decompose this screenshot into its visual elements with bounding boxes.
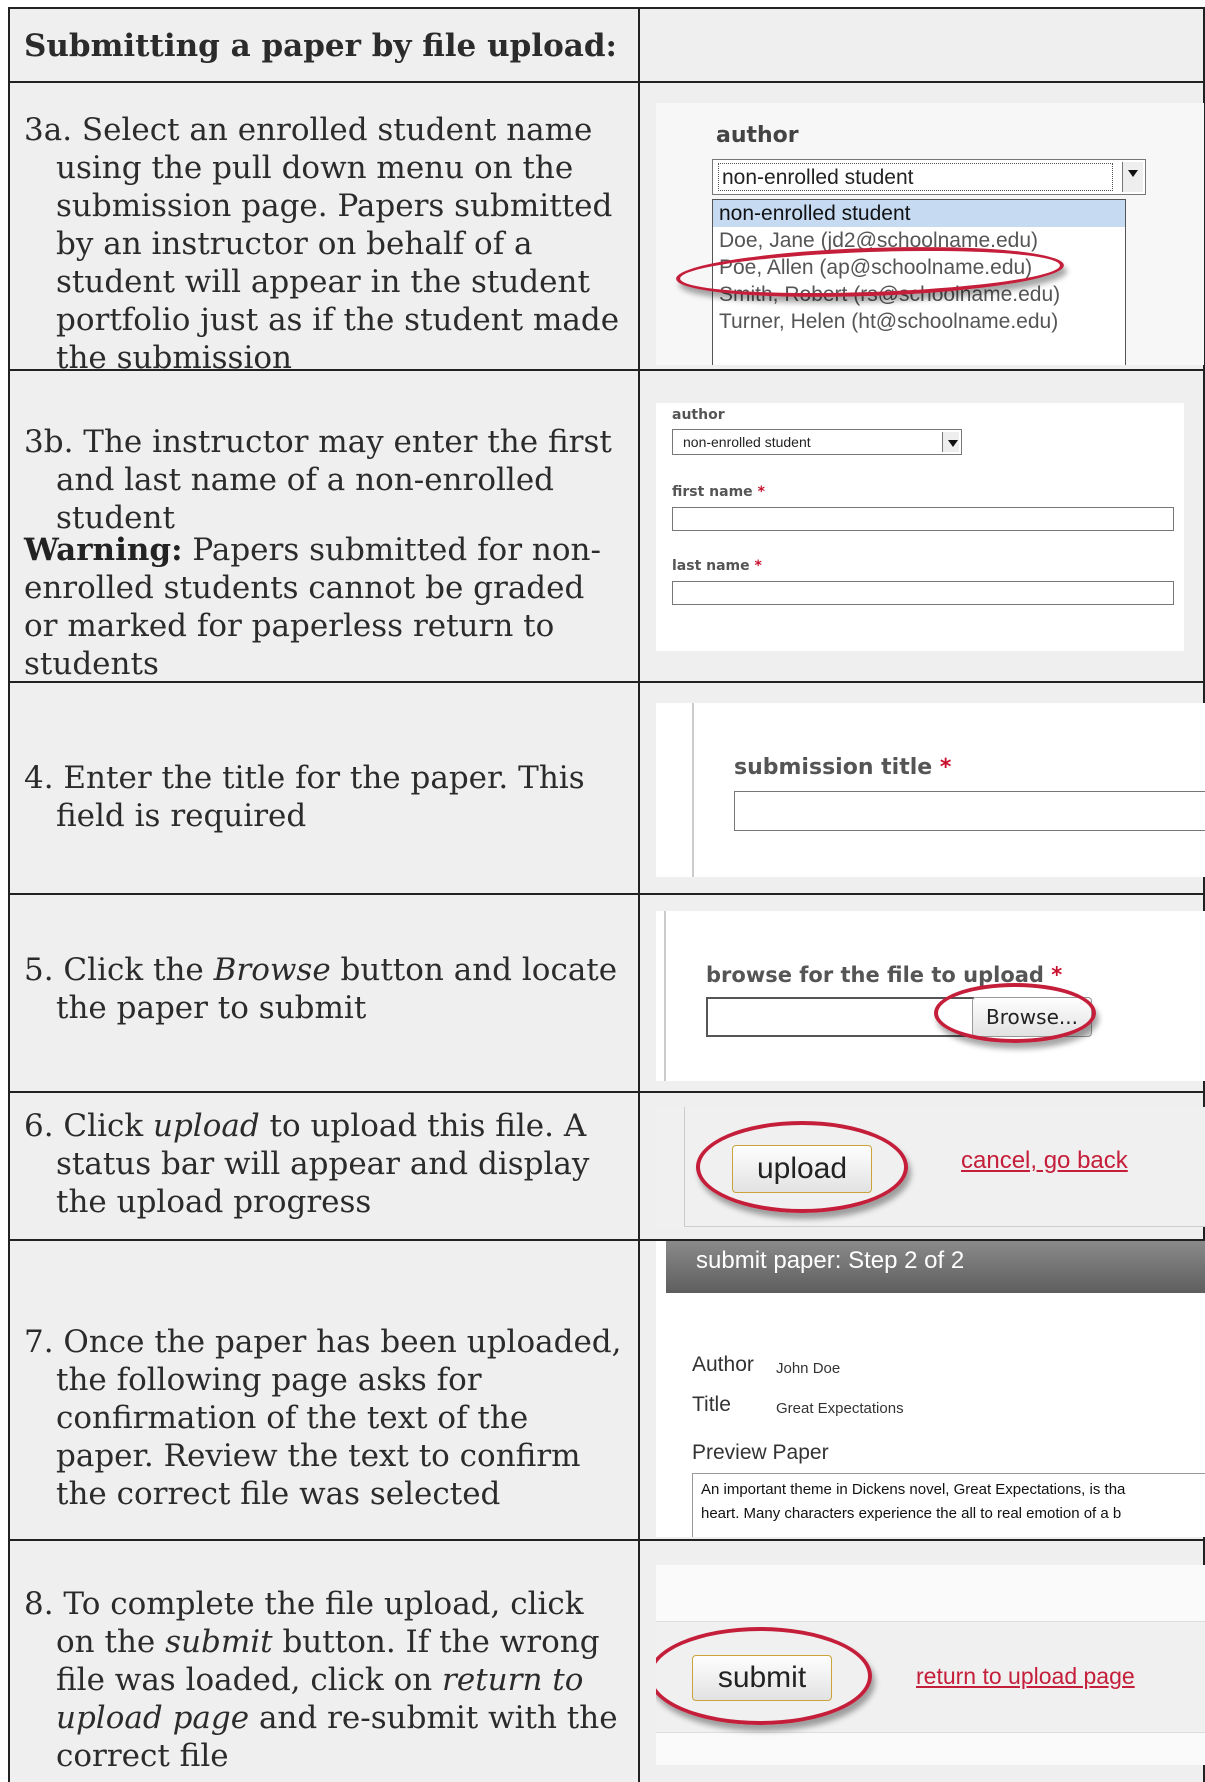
header-cell: Submitting a paper by file upload: (10, 9, 638, 81)
title-value: Great Expectations (776, 1400, 904, 1417)
divider (692, 703, 694, 877)
author-label: author (716, 123, 799, 148)
highlight-oval (696, 1121, 908, 1213)
step-3b-text: 3b. The instructor may enter the first a… (24, 424, 612, 536)
divider (664, 911, 666, 1081)
preview-line: An important theme in Dickens novel, Gre… (701, 1481, 1126, 1498)
upload-buttons-screenshot: upload cancel, go back (656, 1107, 1205, 1227)
preview-line: heart. Many characters experience the al… (701, 1505, 1122, 1522)
column-divider (638, 9, 640, 81)
column-divider (638, 683, 640, 893)
last-name-label-text: last name (672, 558, 750, 574)
table-title: Submitting a paper by file upload: (24, 28, 617, 64)
step-6-text: 6. Click upload to upload this file. A s… (24, 1107, 624, 1221)
row-step-5: 5. Click the Browse button and locate th… (8, 895, 1205, 1093)
step-6-text-pre: 6. Click (24, 1108, 153, 1144)
submission-title-input[interactable] (734, 791, 1205, 831)
step-4-text: 4. Enter the title for the paper. This f… (24, 760, 585, 834)
required-mark: * (939, 755, 952, 780)
step-3b-warning: Warning: Papers submitted for non-enroll… (24, 531, 624, 683)
warning-label: Warning: (24, 532, 183, 568)
preview-text-box[interactable]: An important theme in Dickens novel, Gre… (692, 1473, 1205, 1537)
required-mark: * (754, 558, 762, 574)
column-divider (638, 895, 640, 1091)
author-dropdown-screenshot: author non-enrolled student non-enrolled… (656, 103, 1204, 365)
column-divider (638, 83, 640, 369)
last-name-field[interactable] (672, 581, 1174, 605)
step-8-cell: 8. To complete the file upload, click on… (10, 1541, 638, 1782)
return-to-upload-link[interactable]: return to upload page (916, 1663, 1135, 1690)
column-divider (638, 1541, 640, 1782)
chevron-down-icon[interactable] (942, 432, 959, 452)
row-step-3b: 3b. The instructor may enter the first a… (8, 371, 1205, 683)
column-divider (638, 1241, 640, 1539)
row-step-4: 4. Enter the title for the paper. This f… (8, 683, 1205, 895)
preview-label: Preview Paper (692, 1441, 829, 1464)
browse-file-screenshot: browse for the file to upload * Browse..… (656, 911, 1205, 1081)
step-5-cell: 5. Click the Browse button and locate th… (10, 895, 638, 1091)
first-name-label-text: first name (672, 484, 753, 500)
author-value: John Doe (776, 1360, 841, 1377)
row-step-7: 7. Once the paper has been uploaded, the… (8, 1241, 1205, 1541)
step-7-text: 7. Once the paper has been uploaded, the… (24, 1324, 622, 1512)
step-5-text-em: Browse (213, 952, 331, 988)
step-3b-cell: 3b. The instructor may enter the first a… (10, 371, 638, 683)
author-option[interactable]: Turner, Helen (ht@schoolname.edu) (713, 308, 1125, 335)
step-3a-cell: 3a. Select an enrolled student name usin… (10, 83, 638, 376)
chevron-down-icon[interactable] (1122, 162, 1143, 192)
author-option[interactable]: non-enrolled student (713, 200, 1125, 227)
author-select-value: non-enrolled student (718, 163, 1113, 191)
author-key: Author (692, 1353, 754, 1376)
column-divider (638, 1093, 640, 1239)
row-step-3a: 3a. Select an enrolled student name usin… (8, 83, 1205, 376)
cancel-link[interactable]: cancel, go back (961, 1147, 1128, 1175)
step-5-text: 5. Click the Browse button and locate th… (24, 951, 624, 1027)
step-3a-text: 3a. Select an enrolled student name usin… (24, 112, 620, 376)
non-enrolled-form-screenshot: author non-enrolled student first name *… (656, 403, 1184, 651)
step-header-bar: submit paper: Step 2 of 2 (666, 1241, 1205, 1293)
submit-buttons-screenshot: submit return to upload page (656, 1565, 1205, 1765)
required-mark: * (1051, 963, 1063, 987)
first-name-field[interactable] (672, 507, 1174, 531)
author-select[interactable]: non-enrolled student (712, 159, 1146, 195)
step-4-cell: 4. Enter the title for the paper. This f… (10, 683, 638, 893)
last-name-label: last name * (672, 558, 762, 574)
instruction-table: Submitting a paper by file upload: 3a. S… (0, 0, 1205, 1782)
step-6-cell: 6. Click upload to upload this file. A s… (10, 1093, 638, 1239)
highlight-oval (934, 983, 1096, 1043)
author-select-value: non-enrolled student (683, 434, 811, 450)
step-header-title: submit paper: Step 2 of 2 (696, 1247, 965, 1274)
step-5-text-pre: 5. Click the (24, 952, 214, 988)
submission-title-screenshot: submission title * (656, 703, 1205, 877)
step-6-text-em: upload (152, 1108, 260, 1144)
column-divider (638, 371, 640, 681)
row-step-6: 6. Click upload to upload this file. A s… (8, 1093, 1205, 1241)
step-8-text-em1: submit (165, 1624, 273, 1660)
title-key: Title (692, 1393, 731, 1416)
submission-title-label: submission title * (734, 755, 951, 780)
step-8-text: 8. To complete the file upload, click on… (24, 1585, 624, 1775)
author-select[interactable]: non-enrolled student (672, 429, 962, 455)
first-name-label: first name * (672, 484, 765, 500)
step-7-cell: 7. Once the paper has been uploaded, the… (10, 1241, 638, 1539)
author-label: author (672, 407, 725, 423)
row-step-8: 8. To complete the file upload, click on… (8, 1541, 1205, 1782)
submission-title-label-text: submission title (734, 755, 933, 780)
header-row: Submitting a paper by file upload: (8, 7, 1205, 83)
confirm-paper-screenshot: submit paper: Step 2 of 2 Author John Do… (656, 1241, 1205, 1537)
highlight-oval (656, 1627, 872, 1725)
required-mark: * (757, 484, 765, 500)
